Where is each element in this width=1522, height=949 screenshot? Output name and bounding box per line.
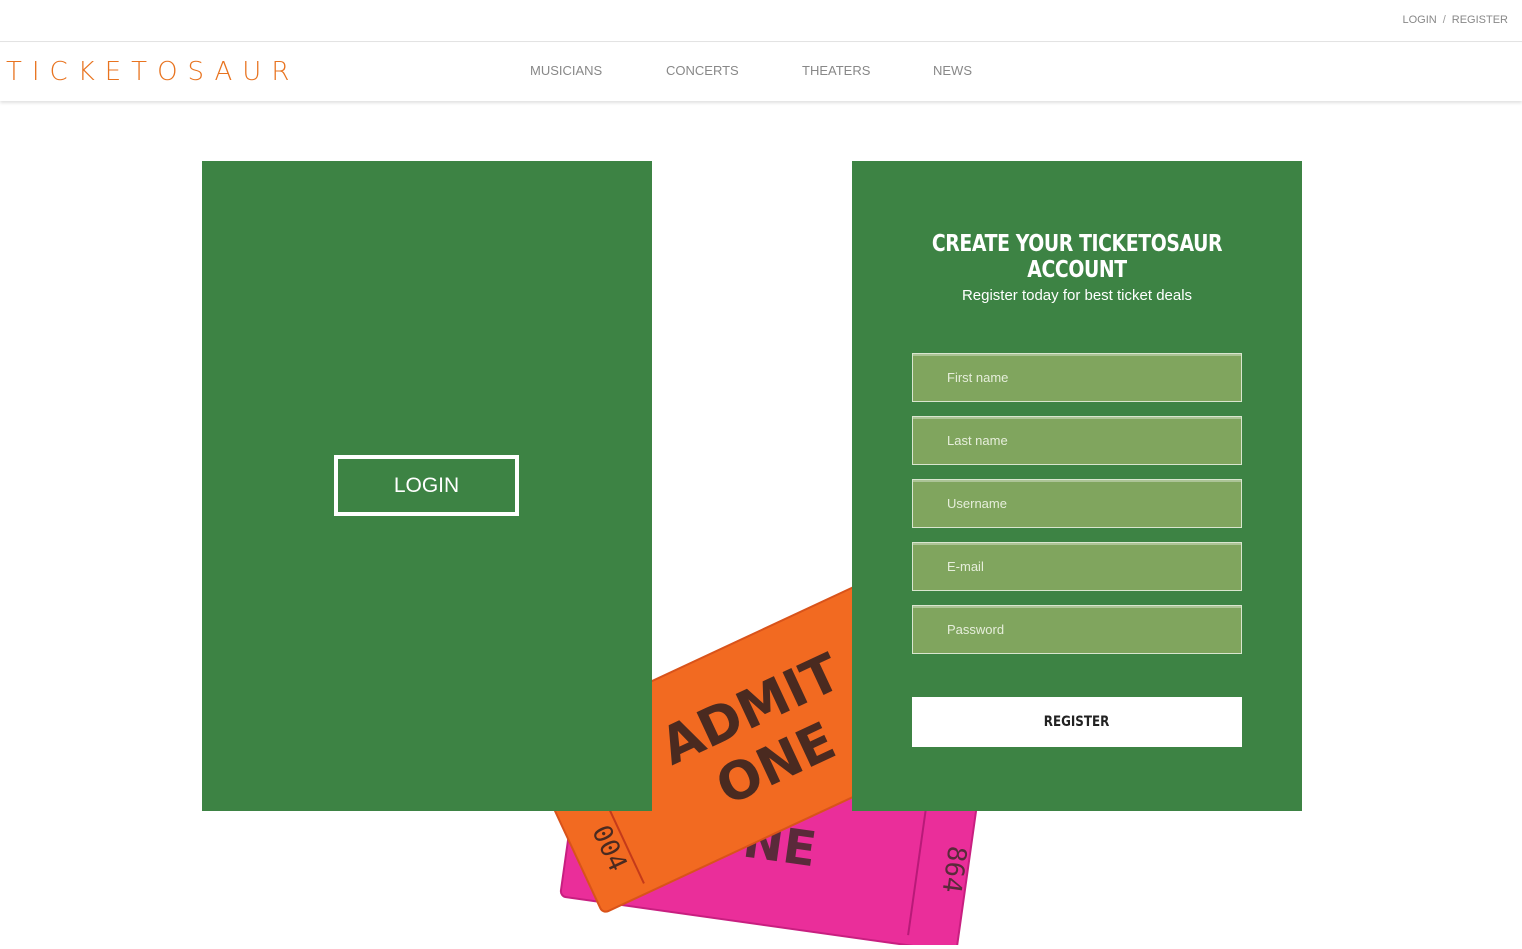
nav-item-concerts[interactable]: CONCERTS (666, 63, 739, 78)
first-name-field (912, 353, 1242, 402)
username-field (912, 479, 1242, 528)
login-panel: LOGIN (202, 161, 652, 811)
last-name-input[interactable] (913, 417, 1241, 464)
nav-item-theaters[interactable]: THEATERS (802, 63, 870, 78)
top-register-link[interactable]: REGISTER (1452, 14, 1508, 26)
register-button[interactable]: REGISTER (912, 697, 1242, 747)
register-button-label: REGISTER (1044, 714, 1110, 730)
nav-item-news[interactable]: NEWS (933, 63, 972, 78)
username-input[interactable] (913, 480, 1241, 527)
main-navbar: TICKETOSAUR MUSICIANS CONCERTS THEATERS … (0, 43, 1522, 101)
first-name-input[interactable] (913, 354, 1241, 401)
password-input[interactable] (913, 606, 1241, 653)
password-field (912, 605, 1242, 654)
top-bar: LOGIN / REGISTER (0, 0, 1522, 42)
register-panel: CREATE YOUR TICKETOSAUR ACCOUNT Register… (852, 161, 1302, 811)
last-name-field (912, 416, 1242, 465)
login-button[interactable]: LOGIN (334, 455, 519, 516)
email-input[interactable] (913, 543, 1241, 590)
link-separator: / (1442, 14, 1446, 26)
register-title: CREATE YOUR TICKETOSAUR ACCOUNT (931, 231, 1223, 283)
register-subtitle: Register today for best ticket deals (961, 287, 1193, 304)
nav-item-musicians[interactable]: MUSICIANS (530, 63, 602, 78)
top-login-link[interactable]: LOGIN (1402, 14, 1436, 26)
site-logo[interactable]: TICKETOSAUR (6, 57, 299, 87)
account-links: LOGIN / REGISTER (1402, 14, 1508, 26)
email-field (912, 542, 1242, 591)
